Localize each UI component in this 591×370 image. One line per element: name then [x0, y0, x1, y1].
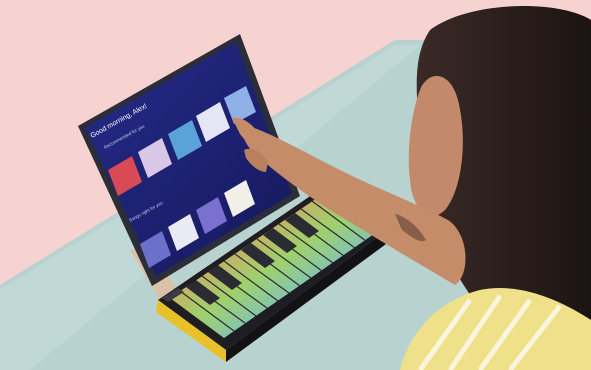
photo-scene: Good morning, Alex! Recommended for you … [0, 0, 591, 370]
scene-illustration: Good morning, Alex! Recommended for you … [0, 0, 591, 370]
